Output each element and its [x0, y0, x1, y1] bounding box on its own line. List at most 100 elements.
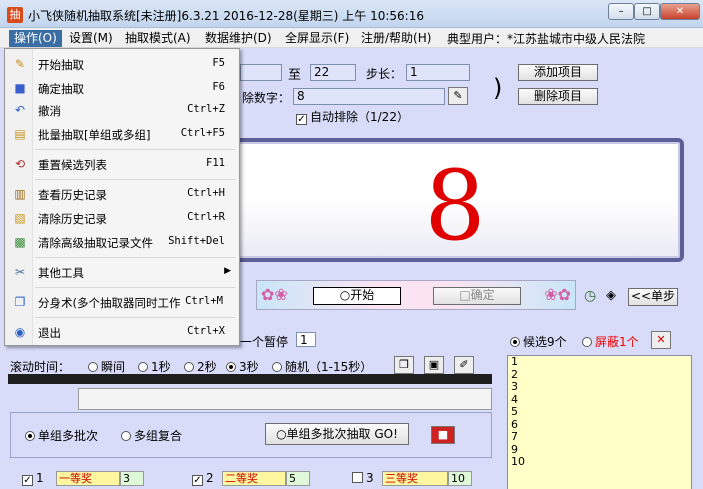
list-item[interactable]: 10	[508, 456, 691, 469]
pencil-icon: ✎	[14, 57, 26, 71]
prize-3-count[interactable]: 10	[448, 471, 472, 486]
step-field[interactable]: 1	[406, 64, 470, 81]
title-bar: 抽 小飞侠随机抽取系统[未注册]6.3.21 2016-12-28(星期三) 上…	[0, 0, 703, 28]
radio-icon	[510, 337, 520, 347]
clock-icon[interactable]: ◷	[584, 288, 596, 304]
submenu-arrow-icon: ▶	[224, 266, 231, 276]
menu-shortcut: F5	[212, 57, 225, 69]
menu-reset-candidates[interactable]: ⟲ 重置候选列表 F11	[5, 153, 239, 175]
prize-1-checkbox[interactable]: ✓ 1	[22, 471, 44, 486]
batch-icon: ▤	[14, 127, 26, 141]
menu-exit[interactable]: ◉ 退出 Ctrl+X	[5, 321, 239, 343]
start-button[interactable]: ○开始	[313, 287, 401, 305]
menu-label: 重置候选列表	[38, 158, 107, 172]
menu-other-tools[interactable]: ✂ 其他工具 ▶	[5, 261, 239, 283]
list-item[interactable]: 1	[508, 356, 691, 369]
menu-settings[interactable]: 设置(M)	[64, 30, 118, 47]
operate-dropdown-menu: ✎ 开始抽取 F5 ■ 确定抽取 F6 ↶ 撤消 Ctrl+Z ▤ 批量抽取[单…	[4, 48, 240, 346]
menu-separator	[35, 287, 235, 288]
auto-exclude-checkbox[interactable]: ✓ 自动排除（1/22）	[296, 108, 409, 125]
menu-view-history[interactable]: ▥ 查看历史记录 Ctrl+H	[5, 183, 239, 205]
scroll-time-instant[interactable]: 瞬间	[88, 358, 125, 375]
list-item[interactable]: 2	[508, 368, 691, 382]
checkbox-icon: ✓	[192, 475, 203, 486]
typical-user-label: 典型用户：*江苏盐城市中级人民法院	[447, 32, 646, 46]
menu-label: 其他工具	[38, 266, 84, 280]
exclude-label: 除数字：	[242, 91, 291, 105]
candidates-label: 候选9个	[523, 335, 567, 349]
checkbox-icon	[352, 472, 363, 483]
menu-batch-draw[interactable]: ▤ 批量抽取[单组或多组] Ctrl+F5	[5, 123, 239, 145]
add-item-button[interactable]: 添加项目	[518, 64, 598, 81]
sound-icon[interactable]: ◈	[606, 288, 616, 303]
menu-clear-history[interactable]: ▧ 清除历史记录 Ctrl+R	[5, 207, 239, 229]
exclude-field[interactable]: 8	[293, 88, 445, 105]
menu-separator	[35, 257, 235, 258]
tools-icon: ✂	[14, 265, 26, 279]
save-icon[interactable]: ▣	[424, 356, 444, 374]
menu-clear-advanced-file[interactable]: ▩ 清除高级抽取记录文件 Shift+Del	[5, 231, 239, 253]
menu-undo[interactable]: ↶ 撤消 Ctrl+Z	[5, 99, 239, 121]
list-item[interactable]: 4	[508, 393, 691, 407]
pause-field[interactable]: 1	[296, 332, 316, 347]
menu-operate[interactable]: 操作(O)	[9, 30, 62, 47]
menu-clone[interactable]: ❐ 分身术(多个抽取器同时工作 Ctrl+M	[5, 291, 239, 313]
close-paren: )	[493, 74, 503, 102]
maximize-button[interactable]: □	[634, 3, 660, 20]
range-from-field[interactable]	[240, 64, 282, 81]
scroll-time-2s[interactable]: 2秒	[184, 358, 217, 375]
prize-1-name[interactable]: 一等奖	[56, 471, 120, 486]
list-item[interactable]: 5	[508, 406, 691, 419]
option-label: 瞬间	[101, 360, 126, 374]
option-label: 多组复合	[134, 429, 183, 443]
shielded-radio[interactable]: 屏蔽1个	[582, 333, 639, 350]
prize-2-checkbox[interactable]: ✓ 2	[192, 471, 214, 486]
mode-single-batch[interactable]: 单组多批次	[25, 427, 98, 444]
menu-start-draw[interactable]: ✎ 开始抽取 F5	[5, 53, 239, 75]
square-icon: ■	[14, 81, 26, 95]
menu-confirm-draw[interactable]: ■ 确定抽取 F6	[5, 77, 239, 99]
candidates-radio[interactable]: 候选9个	[510, 333, 567, 350]
option-label: 3秒	[239, 360, 259, 374]
minimize-button[interactable]: –	[608, 3, 634, 20]
scroll-time-3s[interactable]: 3秒	[226, 358, 259, 375]
list-item[interactable]: 6	[508, 418, 691, 432]
candidate-list[interactable]: 1 2 3 4 5 6 7 9 10	[507, 355, 692, 489]
range-to-field[interactable]: 22	[310, 64, 356, 81]
radio-icon	[121, 431, 131, 441]
menu-draw-mode[interactable]: 抽取模式(A)	[120, 30, 196, 47]
delete-item-button[interactable]: 删除项目	[518, 88, 598, 105]
checkbox-icon: ✓	[296, 114, 307, 125]
close-button[interactable]: ✕	[660, 3, 700, 20]
single-step-button[interactable]: <<单步	[628, 288, 678, 306]
flower-left-icon: ✿❀	[261, 285, 288, 304]
prize-1-count[interactable]: 3	[120, 471, 144, 486]
delete-icon[interactable]: ✕	[651, 331, 671, 349]
list-item[interactable]: 7	[508, 431, 691, 444]
option-label: 单组多批次	[38, 429, 99, 443]
mode-multi-group[interactable]: 多组复合	[121, 427, 182, 444]
prize-3-name[interactable]: 三等奖	[382, 471, 448, 486]
menu-separator	[35, 317, 235, 318]
prize-2-name[interactable]: 二等奖	[222, 471, 286, 486]
copy-icon[interactable]: ❐	[394, 356, 414, 374]
list-item[interactable]: 9	[508, 443, 691, 457]
list-item[interactable]: 3	[508, 381, 691, 394]
radio-icon	[582, 337, 592, 347]
red-stop-icon[interactable]: ■	[431, 426, 455, 444]
scroll-time-random[interactable]: 随机（1-15秒）	[272, 358, 372, 375]
menu-data-maintenance[interactable]: 数据维护(D)	[200, 30, 277, 47]
menu-shortcut: Ctrl+R	[187, 211, 225, 223]
scroll-time-1s[interactable]: 1秒	[138, 358, 171, 375]
multi-batch-go-button[interactable]: ○单组多批次抽取 GO!	[265, 423, 409, 445]
window-title: 小飞侠随机抽取系统[未注册]6.3.21 2016-12-28(星期三) 上午 …	[28, 9, 424, 23]
menu-register-help[interactable]: 注册/帮助(H)	[356, 30, 436, 47]
eraser-icon[interactable]: ✎	[448, 87, 468, 105]
menu-fullscreen[interactable]: 全屏显示(F)	[280, 30, 354, 47]
prize-2-count[interactable]: 5	[286, 471, 310, 486]
brush-icon[interactable]: ✐	[454, 356, 474, 374]
prize-3-checkbox[interactable]: 3	[352, 471, 374, 485]
menu-label: 批量抽取[单组或多组]	[38, 128, 151, 142]
confirm-button[interactable]: □确定	[433, 287, 521, 305]
clear-file-icon: ▩	[14, 235, 26, 249]
